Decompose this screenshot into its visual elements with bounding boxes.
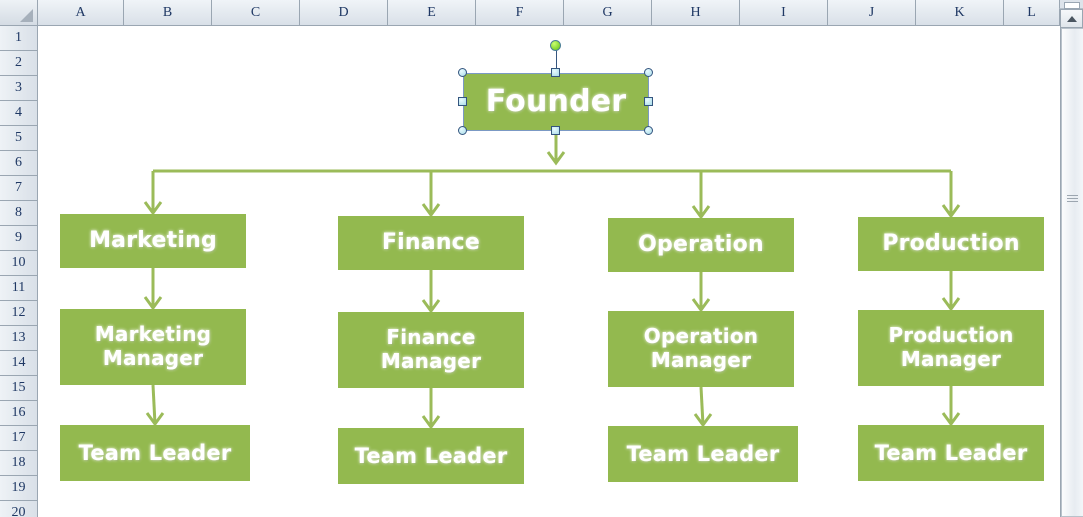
row-header-11[interactable]: 11 xyxy=(0,276,38,301)
arrowhead-icon xyxy=(943,413,959,424)
column-header-J[interactable]: J xyxy=(828,0,916,26)
org-node-label: Finance Manager xyxy=(381,326,481,373)
row-header-20[interactable]: 20 xyxy=(0,501,38,517)
org-node-finance[interactable]: Finance xyxy=(338,216,524,270)
column-header-A[interactable]: A xyxy=(38,0,124,26)
org-node-prod-mgr[interactable]: Production Manager xyxy=(858,310,1044,386)
org-node-mkt-tl[interactable]: Team Leader xyxy=(60,425,250,481)
org-node-label: Production xyxy=(882,231,1019,257)
arrowhead-icon xyxy=(548,152,564,163)
select-all-corner[interactable] xyxy=(0,0,38,26)
worksheet-canvas[interactable]: Founder Marketing Finance Operation Producti… xyxy=(38,26,1059,517)
rotation-handle[interactable] xyxy=(550,40,561,51)
scrollbar-top-cap xyxy=(1059,0,1083,9)
arrowhead-icon xyxy=(423,416,439,427)
resize-handle-bm[interactable] xyxy=(551,126,560,135)
arrowhead-icon xyxy=(423,300,439,311)
arrowhead-icon xyxy=(423,204,439,215)
org-node-operation[interactable]: Operation xyxy=(608,218,794,272)
row-header-3[interactable]: 3 xyxy=(0,76,38,101)
arrowhead-icon xyxy=(145,202,161,213)
org-node-fin-tl[interactable]: Team Leader xyxy=(338,428,524,484)
arrowhead-icon xyxy=(943,205,959,216)
grip-icon xyxy=(1067,195,1078,204)
resize-handle-tr[interactable] xyxy=(644,68,653,77)
row-header-6[interactable]: 6 xyxy=(0,151,38,176)
row-header-13[interactable]: 13 xyxy=(0,326,38,351)
column-header-C[interactable]: C xyxy=(212,0,300,26)
row-header-10[interactable]: 10 xyxy=(0,251,38,276)
arrowhead-icon xyxy=(145,297,161,308)
row-header-4[interactable]: 4 xyxy=(0,101,38,126)
org-node-label: Team Leader xyxy=(627,442,780,467)
resize-handle-tl[interactable] xyxy=(458,68,467,77)
chevron-up-icon xyxy=(1067,16,1077,22)
row-header-14[interactable]: 14 xyxy=(0,351,38,376)
column-header-D[interactable]: D xyxy=(300,0,388,26)
row-header-18[interactable]: 18 xyxy=(0,451,38,476)
column-header-G[interactable]: G xyxy=(564,0,652,26)
org-node-mkt-mgr[interactable]: Marketing Manager xyxy=(60,309,246,385)
resize-handle-br[interactable] xyxy=(644,126,653,135)
column-header-F[interactable]: F xyxy=(476,0,564,26)
arrowhead-icon xyxy=(693,206,709,217)
column-header-L[interactable]: L xyxy=(1004,0,1060,26)
org-node-label: Operation Manager xyxy=(644,325,758,372)
org-node-prod-tl[interactable]: Team Leader xyxy=(858,425,1044,481)
column-header-K[interactable]: K xyxy=(916,0,1004,26)
arrowhead-icon xyxy=(147,413,163,424)
org-node-label: Operation xyxy=(638,232,764,258)
scrollbar-thumb[interactable] xyxy=(1061,28,1083,517)
scroll-up-button[interactable] xyxy=(1060,9,1083,28)
row-header-9[interactable]: 9 xyxy=(0,226,38,251)
connector-segment xyxy=(701,387,703,425)
org-node-label: Founder xyxy=(486,84,627,119)
column-header-row: ABCDEFGHIJKL xyxy=(0,0,1083,26)
org-chart: Founder Marketing Finance Operation Producti… xyxy=(38,26,1059,517)
column-header-H[interactable]: H xyxy=(652,0,740,26)
org-node-label: Team Leader xyxy=(79,441,232,466)
arrowhead-icon xyxy=(695,414,711,425)
column-header-I[interactable]: I xyxy=(740,0,828,26)
column-header-B[interactable]: B xyxy=(124,0,212,26)
org-node-fin-mgr[interactable]: Finance Manager xyxy=(338,312,524,388)
resize-handle-tm[interactable] xyxy=(551,68,560,77)
row-header-1[interactable]: 1 xyxy=(0,26,38,51)
org-node-production[interactable]: Production xyxy=(858,217,1044,271)
org-node-label: Team Leader xyxy=(875,441,1028,466)
row-header-12[interactable]: 12 xyxy=(0,301,38,326)
column-header-E[interactable]: E xyxy=(388,0,476,26)
scrollbar-track[interactable] xyxy=(1060,28,1083,517)
org-node-label: Finance xyxy=(382,230,480,256)
org-node-ops-tl[interactable]: Team Leader xyxy=(608,426,798,482)
row-header-5[interactable]: 5 xyxy=(0,126,38,151)
connector-segment xyxy=(153,385,155,424)
org-node-founder[interactable]: Founder xyxy=(463,73,649,131)
row-header-16[interactable]: 16 xyxy=(0,401,38,426)
arrowhead-icon xyxy=(943,298,959,309)
vertical-scrollbar[interactable] xyxy=(1059,0,1083,517)
resize-handle-ml[interactable] xyxy=(458,97,467,106)
excel-worksheet: ABCDEFGHIJKL 123456789101112131415161718… xyxy=(0,0,1083,517)
row-header-19[interactable]: 19 xyxy=(0,476,38,501)
row-header-2[interactable]: 2 xyxy=(0,51,38,76)
row-header-7[interactable]: 7 xyxy=(0,176,38,201)
resize-handle-mr[interactable] xyxy=(644,97,653,106)
row-header-column: 1234567891011121314151617181920 xyxy=(0,26,38,517)
arrowhead-icon xyxy=(693,299,709,310)
row-header-8[interactable]: 8 xyxy=(0,201,38,226)
org-node-label: Marketing xyxy=(89,228,217,254)
row-header-17[interactable]: 17 xyxy=(0,426,38,451)
resize-handle-bl[interactable] xyxy=(458,126,467,135)
org-node-ops-mgr[interactable]: Operation Manager xyxy=(608,311,794,387)
org-node-label: Marketing Manager xyxy=(95,323,211,370)
row-header-15[interactable]: 15 xyxy=(0,376,38,401)
org-node-label: Team Leader xyxy=(355,444,508,469)
org-node-marketing[interactable]: Marketing xyxy=(60,214,246,268)
org-node-label: Production Manager xyxy=(888,324,1013,371)
